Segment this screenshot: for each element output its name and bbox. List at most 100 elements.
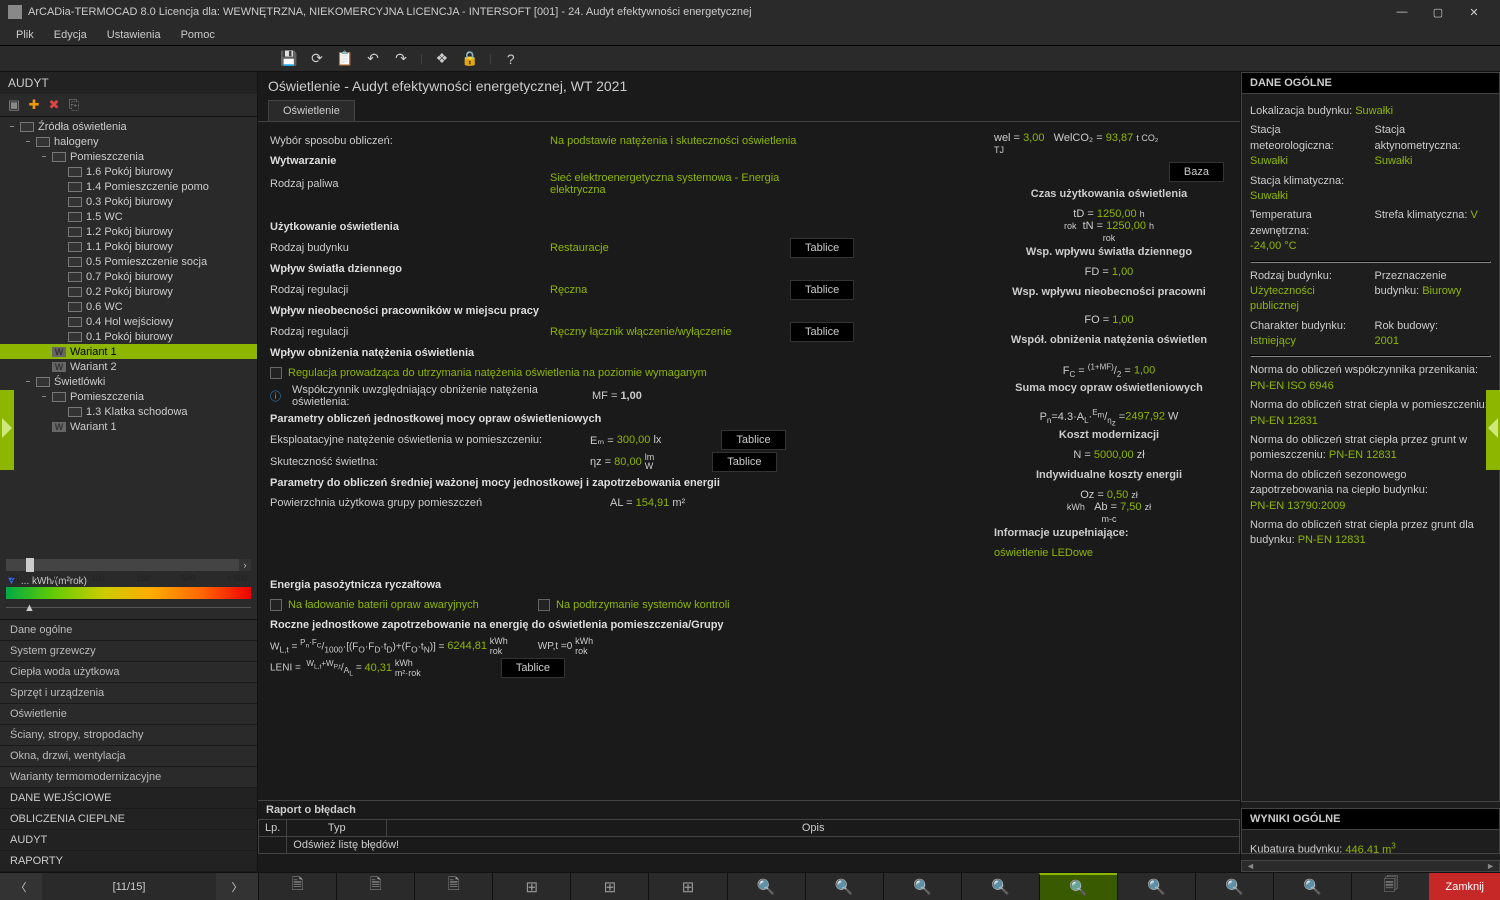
menu-help[interactable]: Pomoc bbox=[171, 27, 225, 43]
section-item[interactable]: Dane ogólne bbox=[0, 620, 257, 641]
battery-checkbox[interactable] bbox=[270, 599, 282, 611]
tree-row[interactable]: 0.2 Pokój biurowy bbox=[0, 284, 257, 299]
tables-button-6[interactable]: Tablice bbox=[501, 658, 565, 678]
lowering-checkbox[interactable] bbox=[270, 367, 282, 379]
bottom-nav-icon[interactable]: 🗎 bbox=[414, 873, 492, 900]
bottom-nav-icon[interactable]: ⊞ bbox=[570, 873, 648, 900]
redo-icon[interactable]: ↷ bbox=[392, 50, 410, 68]
section-item[interactable]: Okna, drzwi, wentylacja bbox=[0, 746, 257, 767]
page-next-button[interactable]: 〉 bbox=[216, 873, 258, 900]
tree[interactable]: −Źródła oświetlenia−halogeny−Pomieszczen… bbox=[0, 117, 257, 555]
tree-row[interactable]: WWariant 2 bbox=[0, 359, 257, 374]
scroll-right-icon[interactable]: ► bbox=[1486, 861, 1495, 871]
tree-row[interactable]: 1.6 Pokój biurowy bbox=[0, 164, 257, 179]
maximize-button[interactable]: ▢ bbox=[1420, 0, 1456, 24]
section-header[interactable]: RAPORTY bbox=[0, 851, 257, 872]
tree-row[interactable]: −Pomieszczenia bbox=[0, 149, 257, 164]
tab-lighting[interactable]: Oświetlenie bbox=[268, 100, 355, 121]
tree-row[interactable]: 0.1 Pokój biurowy bbox=[0, 329, 257, 344]
tables-button-5[interactable]: Tablice bbox=[712, 452, 776, 472]
cost-val[interactable]: 5000,00 bbox=[1094, 449, 1134, 461]
section-item[interactable]: Sprzęt i urządzenia bbox=[0, 683, 257, 704]
wel-val[interactable]: 3,00 bbox=[1023, 132, 1044, 144]
menu-settings[interactable]: Ustawienia bbox=[97, 27, 171, 43]
undo-icon[interactable]: ↶ bbox=[364, 50, 382, 68]
bottom-nav-icon[interactable]: ⊞ bbox=[648, 873, 726, 900]
tree-row[interactable]: WWariant 1 bbox=[0, 344, 257, 359]
section-item[interactable]: Ciepła woda użytkowa bbox=[0, 662, 257, 683]
info-value[interactable]: oświetlenie LEDowe bbox=[994, 547, 1093, 559]
section-header[interactable]: AUDYT bbox=[0, 830, 257, 851]
tree-row[interactable]: 1.2 Pokój biurowy bbox=[0, 224, 257, 239]
tree-copy-icon[interactable]: ⎘ bbox=[66, 97, 82, 113]
regulation-value[interactable]: Ręczna bbox=[550, 284, 730, 296]
refresh-errors[interactable]: Odśwież listę błędów! bbox=[287, 837, 1240, 854]
minimize-button[interactable]: — bbox=[1384, 0, 1420, 24]
slider-thumb[interactable] bbox=[26, 558, 34, 572]
close-button[interactable]: ✕ bbox=[1456, 0, 1492, 24]
fuel-value[interactable]: Sieć elektroenergetyczna systemowa - Ene… bbox=[550, 172, 830, 196]
tree-add-icon[interactable]: ✚ bbox=[26, 97, 42, 113]
bottom-nav-icon[interactable]: 🔍 bbox=[1117, 873, 1195, 900]
tree-row[interactable]: 0.5 Pomieszczenie socja bbox=[0, 254, 257, 269]
slider-next[interactable]: › bbox=[239, 559, 251, 571]
menu-file[interactable]: Plik bbox=[6, 27, 44, 43]
tree-row[interactable]: −halogeny bbox=[0, 134, 257, 149]
bottom-nav-icon[interactable]: 🗎 bbox=[258, 873, 336, 900]
bottom-nav-icon[interactable]: 🔍 bbox=[1195, 873, 1273, 900]
base-button[interactable]: Baza bbox=[1169, 162, 1224, 182]
calc-method-value[interactable]: Na podstawie natężenia i skuteczności oś… bbox=[550, 135, 796, 147]
tree-row[interactable]: 0.6 WC bbox=[0, 299, 257, 314]
tree-collapse-icon[interactable]: ▣ bbox=[6, 97, 22, 113]
bottom-nav-icon[interactable]: 🔍 bbox=[1039, 873, 1117, 900]
tree-row[interactable]: WWariant 1 bbox=[0, 419, 257, 434]
section-item[interactable]: Ściany, stropy, stropodachy bbox=[0, 725, 257, 746]
tables-button-4[interactable]: Tablice bbox=[721, 430, 785, 450]
page-prev-button[interactable]: 〈 bbox=[0, 873, 42, 900]
tables-button-3[interactable]: Tablice bbox=[790, 322, 854, 342]
bottom-nav-icon[interactable]: 🔍 bbox=[727, 873, 805, 900]
tree-row[interactable]: 0.3 Pokój biurowy bbox=[0, 194, 257, 209]
section-item[interactable]: Warianty termomodernizacyjne bbox=[0, 767, 257, 788]
layers-icon[interactable]: ❖ bbox=[433, 50, 451, 68]
tables-button-2[interactable]: Tablice bbox=[790, 280, 854, 300]
ab-val[interactable]: 7,50 bbox=[1120, 501, 1141, 513]
control-checkbox[interactable] bbox=[538, 599, 550, 611]
section-item[interactable]: Oświetlenie bbox=[0, 704, 257, 725]
scroll-left-icon[interactable]: ◄ bbox=[1246, 861, 1255, 871]
save-icon[interactable]: 💾 bbox=[280, 50, 298, 68]
tree-row[interactable]: 0.4 Hol wejściowy bbox=[0, 314, 257, 329]
bottom-nav-icon[interactable]: 🗐 bbox=[1351, 873, 1429, 900]
lock-icon[interactable]: 🔒 bbox=[461, 50, 479, 68]
bottom-nav-icon[interactable]: 🔍 bbox=[1273, 873, 1351, 900]
tree-row[interactable]: 0.7 Pokój biurowy bbox=[0, 269, 257, 284]
menu-edit[interactable]: Edycja bbox=[44, 27, 97, 43]
tree-row[interactable]: 1.3 Klatka schodowa bbox=[0, 404, 257, 419]
bottom-nav-icon[interactable]: 🔍 bbox=[883, 873, 961, 900]
section-header[interactable]: DANE WEJŚCIOWE bbox=[0, 788, 257, 809]
bottom-nav-icon[interactable]: ⊞ bbox=[492, 873, 570, 900]
regulation2-value[interactable]: Ręczny łącznik włączenie/wyłączenie bbox=[550, 326, 770, 338]
oz-val[interactable]: 0,50 bbox=[1107, 489, 1128, 501]
refresh-icon[interactable]: ⟳ bbox=[308, 50, 326, 68]
bottom-nav-icon[interactable]: 🔍 bbox=[961, 873, 1039, 900]
tree-row[interactable]: −Źródła oświetlenia bbox=[0, 119, 257, 134]
tree-row[interactable]: 1.1 Pokój biurowy bbox=[0, 239, 257, 254]
slider-track[interactable]: › bbox=[6, 559, 251, 571]
building-type-value[interactable]: Restauracje bbox=[550, 242, 730, 254]
copy-icon[interactable]: 📋 bbox=[336, 50, 354, 68]
bottom-nav-icon[interactable]: 🗎 bbox=[336, 873, 414, 900]
tree-delete-icon[interactable]: ✖ bbox=[46, 97, 62, 113]
bottom-nav-icon[interactable]: 🔍 bbox=[805, 873, 883, 900]
em-value[interactable]: 300,00 bbox=[617, 434, 651, 446]
tree-row[interactable]: −Świetlówki bbox=[0, 374, 257, 389]
right-panel-scroll[interactable]: ◄► bbox=[1241, 860, 1500, 872]
help-icon[interactable]: ? bbox=[502, 50, 520, 68]
close-button-bottom[interactable]: Zamknij bbox=[1429, 873, 1500, 900]
tree-row[interactable]: 1.5 WC bbox=[0, 209, 257, 224]
tables-button-1[interactable]: Tablice bbox=[790, 238, 854, 258]
tree-row[interactable]: −Pomieszczenia bbox=[0, 389, 257, 404]
nz-value[interactable]: 80,00 bbox=[614, 456, 642, 468]
section-header[interactable]: OBLICZENIA CIEPLNE bbox=[0, 809, 257, 830]
tree-row[interactable]: 1.4 Pomieszczenie pomo bbox=[0, 179, 257, 194]
